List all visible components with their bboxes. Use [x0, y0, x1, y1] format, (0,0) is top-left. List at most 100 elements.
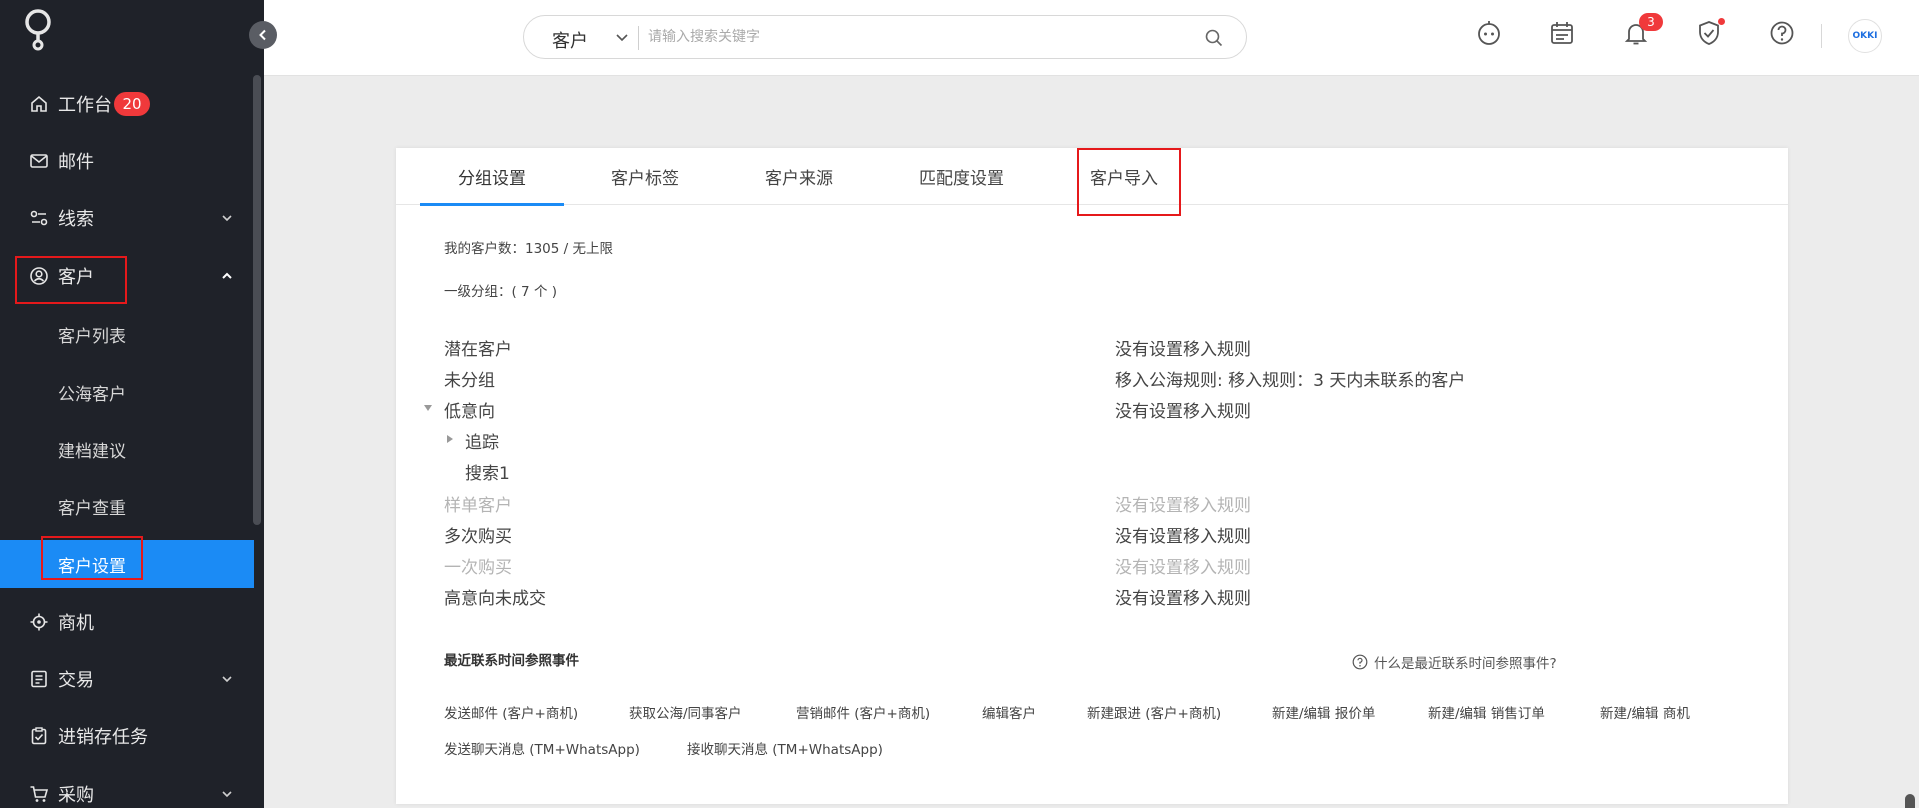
sidebar-collapse-button[interactable] — [249, 21, 277, 49]
customer-icon — [28, 265, 50, 287]
sidebar-item-mail[interactable]: 邮件 — [0, 133, 254, 189]
sidebar-item-label: 邮件 — [58, 152, 94, 173]
group-row[interactable]: 潜在客户 没有设置移入规则 — [444, 335, 1744, 363]
contact-events-help-link[interactable]: 什么是最近联系时间参照事件? — [1352, 652, 1557, 672]
event-item: 新建/编辑 销售订单 — [1428, 706, 1545, 722]
group-row[interactable]: 高意向未成交 没有设置移入规则 — [444, 584, 1744, 612]
robot-icon — [1478, 21, 1500, 45]
event-item: 新建/编辑 报价单 — [1272, 706, 1376, 722]
topbar: 客户 3 OKKI — [264, 0, 1919, 76]
okki-logo-icon[interactable] — [20, 8, 56, 52]
tab-customer-import[interactable]: 客户导入 — [1090, 164, 1158, 204]
topbar-separator — [1821, 24, 1822, 48]
group-row[interactable]: 多次购买 没有设置移入规则 — [444, 522, 1744, 550]
group-name: 搜索1 — [465, 464, 510, 484]
group-name: 未分组 — [444, 371, 495, 391]
sidebar: 工作台 20 邮件 线索 客户 客户列表 公海客户 建档建议 客户查重 客户设置… — [0, 0, 264, 808]
question-circle-icon — [1352, 654, 1368, 670]
cart-icon — [28, 783, 50, 805]
sidebar-item-inventory-task[interactable]: 进销存任务 — [0, 708, 254, 764]
sidebar-subitem-label: 客户查重 — [58, 498, 126, 519]
notifications-button[interactable]: 3 — [1621, 13, 1663, 48]
sidebar-subitem-customer-list[interactable]: 客户列表 — [0, 306, 254, 362]
assistant-bot-button[interactable] — [1474, 18, 1504, 48]
chevron-down-icon[interactable] — [614, 29, 630, 45]
caret-right-icon[interactable] — [444, 433, 456, 445]
group-row[interactable]: 样单客户 没有设置移入规则 — [444, 491, 1744, 519]
sidebar-subitem-label: 公海客户 — [58, 384, 126, 405]
sidebar-item-label: 采购 — [58, 785, 94, 806]
sidebar-subitem-filing-suggestions[interactable]: 建档建议 — [0, 421, 254, 477]
security-alert-dot — [1718, 18, 1725, 25]
search-icon[interactable] — [1204, 28, 1224, 48]
sidebar-item-purchase[interactable]: 采购 — [0, 766, 254, 808]
chevron-down-icon — [222, 791, 232, 798]
sidebar-scrollbar[interactable] — [253, 75, 261, 525]
customer-settings-card: 分组设置 客户标签 客户来源 匹配度设置 客户导入 我的客户数：1305 / 无… — [396, 148, 1788, 804]
group-rule: 没有设置移入规则 — [1115, 527, 1251, 547]
group-name: 一次购买 — [444, 558, 512, 578]
tab-customer-tags[interactable]: 客户标签 — [611, 164, 679, 204]
group-name: 低意向 — [444, 402, 495, 422]
sidebar-subitem-label: 建档建议 — [58, 441, 126, 462]
home-icon — [28, 93, 50, 115]
sidebar-subitem-label: 客户列表 — [58, 326, 126, 347]
group-row[interactable]: 低意向 没有设置移入规则 — [424, 397, 1744, 425]
tab-customer-source[interactable]: 客户来源 — [765, 164, 833, 204]
group-name: 高意向未成交 — [444, 589, 546, 609]
sidebar-item-label: 线索 — [58, 209, 94, 230]
customer-count-text: 我的客户数：1305 / 无上限 — [444, 241, 613, 257]
group-row[interactable]: 搜索1 — [444, 459, 1744, 487]
sidebar-subitem-customer-settings[interactable]: 客户设置 — [0, 540, 254, 588]
sidebar-item-customer[interactable]: 客户 — [0, 248, 254, 304]
sidebar-subitem-public-customers[interactable]: 公海客户 — [0, 364, 254, 420]
group-row[interactable]: 未分组 移入公海规则: 移入规则：3 天内未联系的客户 — [444, 366, 1744, 394]
event-item: 新建跟进 (客户+商机) — [1087, 706, 1222, 722]
sidebar-subitem-duplicate-check[interactable]: 客户查重 — [0, 478, 254, 534]
group-rule: 移入公海规则: 移入规则：3 天内未联系的客户 — [1115, 371, 1466, 391]
group-row[interactable]: 一次购买 没有设置移入规则 — [444, 553, 1744, 581]
sidebar-item-label: 进销存任务 — [58, 727, 148, 748]
sidebar-item-transaction[interactable]: 交易 — [0, 651, 254, 707]
group-name: 追踪 — [465, 433, 499, 453]
search-scope-select[interactable]: 客户 — [552, 27, 588, 53]
sidebar-item-label: 工作台 — [58, 95, 112, 116]
help-button[interactable] — [1767, 18, 1797, 48]
sidebar-item-leads[interactable]: 线索 — [0, 190, 254, 246]
mail-icon — [28, 150, 50, 172]
page-scrollbar[interactable] — [1905, 794, 1915, 808]
sidebar-item-label: 交易 — [58, 670, 94, 691]
caret-down-icon[interactable] — [422, 402, 434, 414]
question-icon — [1770, 21, 1794, 45]
event-item: 获取公海/同事客户 — [629, 706, 742, 722]
event-item: 营销邮件 (客户+商机) — [796, 706, 931, 722]
group-name: 样单客户 — [444, 496, 512, 516]
event-item: 发送邮件 (客户+商机) — [444, 706, 579, 722]
sidebar-item-opportunity[interactable]: 商机 — [0, 594, 254, 650]
level1-group-count-text: 一级分组：( 7 个 ) — [444, 284, 557, 300]
search-divider — [638, 26, 639, 50]
contact-events-title: 最近联系时间参照事件 — [444, 653, 579, 669]
opportunity-icon — [28, 611, 50, 633]
sidebar-item-label: 客户 — [58, 267, 94, 288]
event-item: 发送聊天消息 (TM+WhatsApp) — [444, 742, 640, 758]
group-row[interactable]: 追踪 — [444, 428, 1744, 456]
group-rule: 没有设置移入规则 — [1115, 558, 1251, 578]
chevron-left-icon — [259, 29, 266, 41]
sidebar-item-label: 商机 — [58, 613, 94, 634]
group-rule: 没有设置移入规则 — [1115, 496, 1251, 516]
workbench-count-badge: 20 — [114, 92, 150, 116]
sidebar-item-workbench[interactable]: 工作台 20 — [0, 76, 254, 132]
search-input[interactable] — [648, 24, 1208, 50]
calendar-button[interactable] — [1547, 18, 1577, 48]
security-button[interactable] — [1694, 18, 1725, 48]
tab-match-settings[interactable]: 匹配度设置 — [919, 164, 1004, 204]
notification-count-badge: 3 — [1639, 13, 1663, 31]
help-link-text: 什么是最近联系时间参照事件? — [1374, 656, 1557, 672]
avatar[interactable]: OKKI — [1848, 19, 1882, 53]
tab-group-settings[interactable]: 分组设置 — [458, 164, 526, 204]
active-tab-indicator — [420, 203, 564, 206]
calendar-icon — [1551, 22, 1573, 44]
sidebar-subitem-label: 客户设置 — [58, 556, 126, 577]
chevron-up-icon — [222, 272, 232, 279]
